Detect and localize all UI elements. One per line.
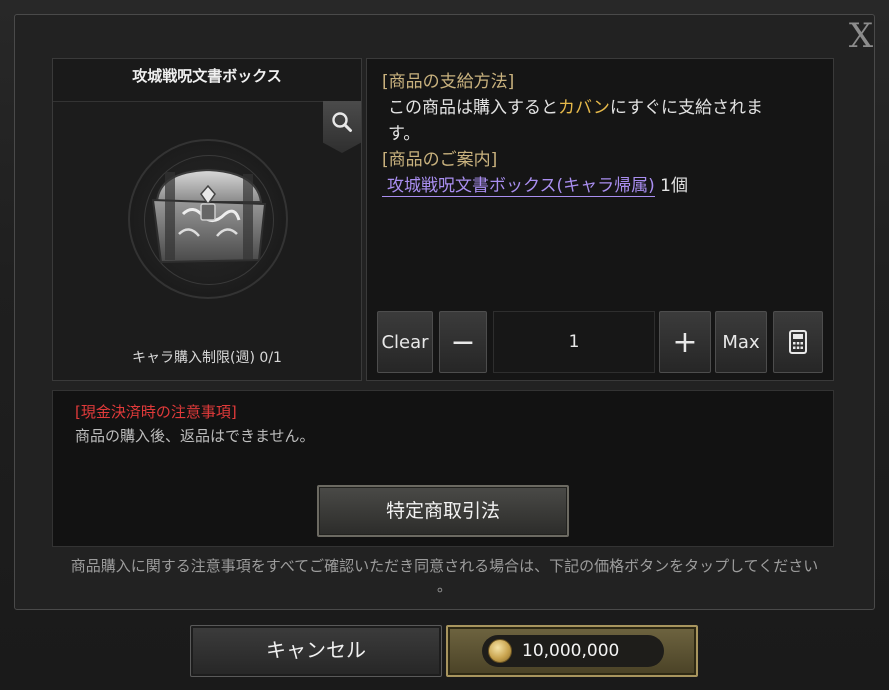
search-icon (332, 112, 352, 132)
purchase-dialog: X 攻城戦呪文書ボックス キャラ購入制限(週) 0/1 [商品の支給方法] この… (0, 0, 889, 690)
price-value: 10,000,000 (522, 641, 620, 661)
notice-text: 商品の購入後、返品はできません。 (75, 427, 315, 445)
purchase-price-button[interactable]: 10,000,000 (446, 625, 698, 677)
zoom-button[interactable] (323, 101, 361, 153)
purchase-limit: キャラ購入制限(週) 0/1 (132, 350, 282, 366)
delivery-method-heading: [商品の支給方法] (382, 72, 515, 92)
commercial-law-button[interactable]: 特定商取引法 (317, 485, 569, 537)
agreement-line1: 商品購入に関する注意事項をすべてご確認いただき同意される場合は、下記の価格ボタン… (70, 557, 819, 575)
minus-icon: − (450, 324, 476, 360)
product-panel: 攻城戦呪文書ボックス キャラ購入制限(週) 0/1 (52, 58, 362, 381)
calculator-button[interactable] (773, 311, 823, 373)
calculator-icon (789, 330, 807, 354)
plus-button[interactable]: + (659, 311, 711, 373)
treasure-chest-icon (151, 168, 267, 264)
quantity-input[interactable]: 1 (493, 311, 655, 373)
coin-icon (488, 639, 512, 663)
item-link[interactable]: 攻城戦呪文書ボックス(キャラ帰属) (382, 176, 655, 197)
product-info-heading: [商品のご案内] (382, 150, 498, 170)
bag-highlight: カバン (558, 98, 610, 118)
description-text: [商品の支給方法] この商品は購入するとカバンにすぐに支給されま す。 [商品の… (382, 69, 822, 199)
agreement-text: 商品購入に関する注意事項をすべてご確認いただき同意される場合は、下記の価格ボタン… (30, 556, 859, 596)
item-count: 1個 (660, 176, 688, 196)
close-button[interactable]: X (843, 18, 879, 54)
notice-panel: [現金決済時の注意事項] 商品の購入後、返品はできません。 特定商取引法 (52, 390, 834, 547)
max-button[interactable]: Max (715, 311, 767, 373)
price-display: 10,000,000 (482, 635, 664, 667)
product-title: 攻城戦呪文書ボックス (53, 59, 361, 102)
clear-button[interactable]: Clear (377, 311, 433, 373)
close-icon: X (848, 16, 874, 56)
plus-icon: + (672, 324, 698, 360)
delivery-text-line2: す。 (388, 124, 421, 144)
delivery-text-part1: この商品は購入すると (388, 98, 558, 118)
cancel-button[interactable]: キャンセル (190, 625, 442, 677)
agreement-line2: 。 (436, 577, 452, 595)
delivery-text-part2: にすぐに支給されま (609, 98, 764, 118)
minus-button[interactable]: − (439, 311, 487, 373)
description-panel: [商品の支給方法] この商品は購入するとカバンにすぐに支給されま す。 [商品の… (366, 58, 834, 381)
notice-title: [現金決済時の注意事項] (75, 403, 237, 421)
